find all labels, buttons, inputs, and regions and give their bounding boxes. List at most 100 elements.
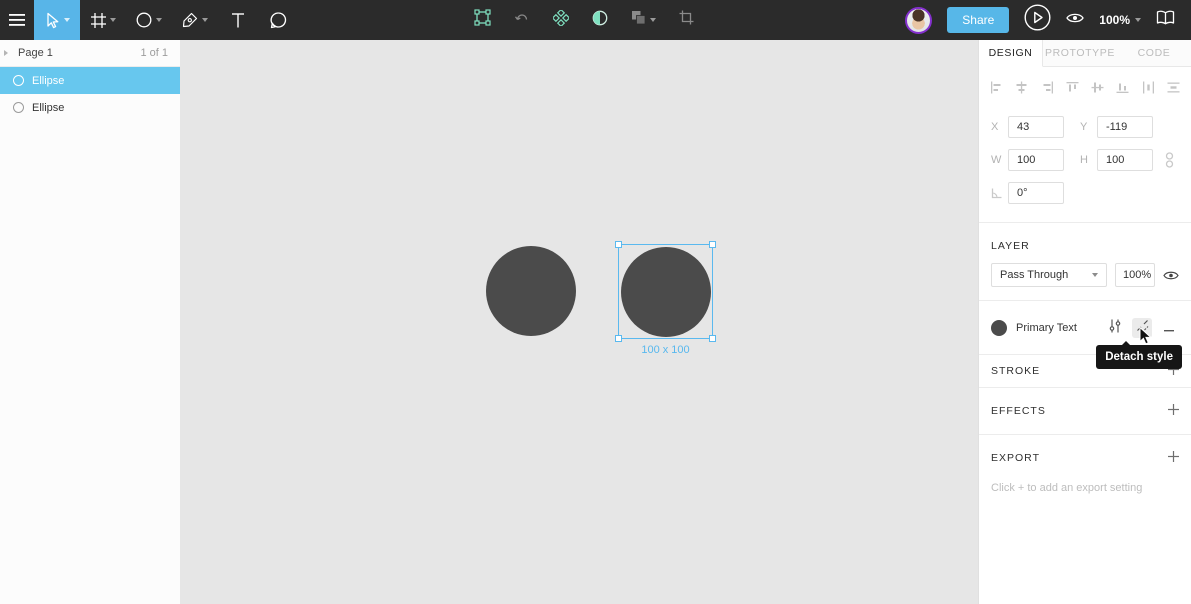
layer-visibility-toggle[interactable] [1163,270,1179,281]
pen-tool-button[interactable] [172,0,218,40]
effects-section-title: EFFECTS [991,405,1046,417]
resize-handle-bottom-left[interactable] [615,335,622,342]
text-tool-icon [231,12,245,28]
boolean-group-button[interactable] [631,10,656,30]
share-button[interactable]: Share [947,7,1010,33]
resize-handle-top-right[interactable] [709,241,716,248]
selection-bounding-box[interactable] [615,241,716,342]
w-field-label: W [991,154,1002,166]
component-icon [551,8,571,31]
menu-icon [9,14,25,26]
main-menu-button[interactable] [0,0,34,40]
chevron-down-icon [109,18,116,22]
chevron-down-icon [64,18,70,22]
fill-color-swatch[interactable] [991,320,1007,336]
align-right-icon[interactable] [1041,81,1054,94]
chevron-down-icon [1092,273,1098,277]
resize-handle-top-left[interactable] [615,241,622,248]
h-field-label: H [1080,154,1088,166]
stroke-section-title: STROKE [991,365,1041,377]
preview-button[interactable] [1066,11,1085,29]
height-field[interactable] [1097,149,1153,171]
add-effect-button[interactable] [1168,402,1179,420]
book-icon [1156,10,1175,30]
distribute-v-icon[interactable] [1167,81,1180,94]
pen-tool-icon [182,12,198,28]
divider [979,300,1191,301]
page-expand-chevron-icon[interactable] [4,50,8,56]
distribute-h-icon[interactable] [1142,81,1155,94]
tab-prototype[interactable]: PROTOTYPE [1043,40,1117,66]
rotation-row [991,182,1179,204]
tab-code[interactable]: CODE [1117,40,1191,66]
remove-fill-button[interactable] [1159,318,1179,338]
align-top-icon[interactable] [1066,81,1079,94]
plus-icon [1168,402,1179,420]
resize-handle-bottom-right[interactable] [709,335,716,342]
opacity-field[interactable] [1115,263,1155,287]
move-tool-icon [44,12,60,29]
y-field[interactable] [1097,116,1153,138]
eye-icon [1163,271,1179,279]
boolean-group-icon [631,10,646,30]
ellipse-layer-icon [13,75,24,86]
text-tool-button[interactable] [218,0,258,40]
page-header[interactable]: Page 1 1 of 1 [0,40,180,67]
width-field[interactable] [1008,149,1064,171]
reset-instance-icon [514,10,530,31]
sliders-icon [1109,319,1121,338]
canvas[interactable]: 100 x 100 [180,40,978,604]
align-v-center-icon[interactable] [1091,81,1104,94]
chevron-down-icon [156,18,162,22]
plus-icon [1168,449,1179,467]
page-name[interactable]: Page 1 [18,47,53,59]
add-export-button[interactable] [1168,449,1179,467]
zoom-level: 100% [1099,13,1130,27]
layer-row-ellipse[interactable]: Ellipse [0,94,180,121]
selection-size-label: 100 x 100 [641,344,690,356]
frame-tool-icon [90,12,106,28]
mouse-cursor [1139,326,1154,350]
avatar[interactable] [905,6,933,34]
library-button[interactable] [1156,10,1175,30]
minus-icon [1164,319,1174,337]
align-h-center-icon[interactable] [1015,81,1028,94]
present-button[interactable] [1024,4,1051,36]
export-hint: Click + to add an export setting [991,482,1143,494]
eye-icon [1066,11,1085,29]
blend-mode-value: Pass Through [1000,269,1069,281]
blend-mode-select[interactable]: Pass Through [991,263,1107,287]
blend-row: Pass Through [991,263,1179,287]
x-field[interactable] [1008,116,1064,138]
chevron-down-icon [1135,18,1141,22]
component-button[interactable] [551,8,571,31]
export-section-title: EXPORT [991,451,1040,464]
frame-tool-button[interactable] [80,0,126,40]
layer-row-ellipse-selected[interactable]: Ellipse [0,67,180,94]
mask-button[interactable] [592,10,608,31]
edit-object-button[interactable] [474,9,491,31]
align-left-icon[interactable] [990,81,1003,94]
ellipse-shape-1[interactable] [486,246,576,336]
layer-name: Ellipse [32,101,65,114]
play-icon [1024,4,1051,36]
crop-button[interactable] [679,10,694,30]
move-tool-button[interactable] [34,0,80,40]
tab-design[interactable]: DESIGN [979,40,1043,67]
ellipse-tool-button[interactable] [126,0,172,40]
x-field-label: X [991,121,999,133]
comment-tool-icon [269,11,287,29]
top-toolbar: Share 100% [0,0,1191,40]
layer-section-title: LAYER [991,240,1030,252]
rotation-field[interactable] [1008,182,1064,204]
edit-object-icon [474,9,491,31]
comment-tool-button[interactable] [258,0,298,40]
align-bottom-icon[interactable] [1116,81,1129,94]
fill-style-name: Primary Text [1016,322,1077,334]
inspector-panel: DESIGN PROTOTYPE CODE X Y W H LAYER [978,40,1191,604]
constrain-proportions-icon[interactable] [1165,152,1174,168]
reset-instance-button[interactable] [514,10,530,31]
zoom-dropdown[interactable]: 100% [1099,13,1141,27]
edit-style-button[interactable] [1105,318,1125,338]
mask-icon [592,10,608,31]
